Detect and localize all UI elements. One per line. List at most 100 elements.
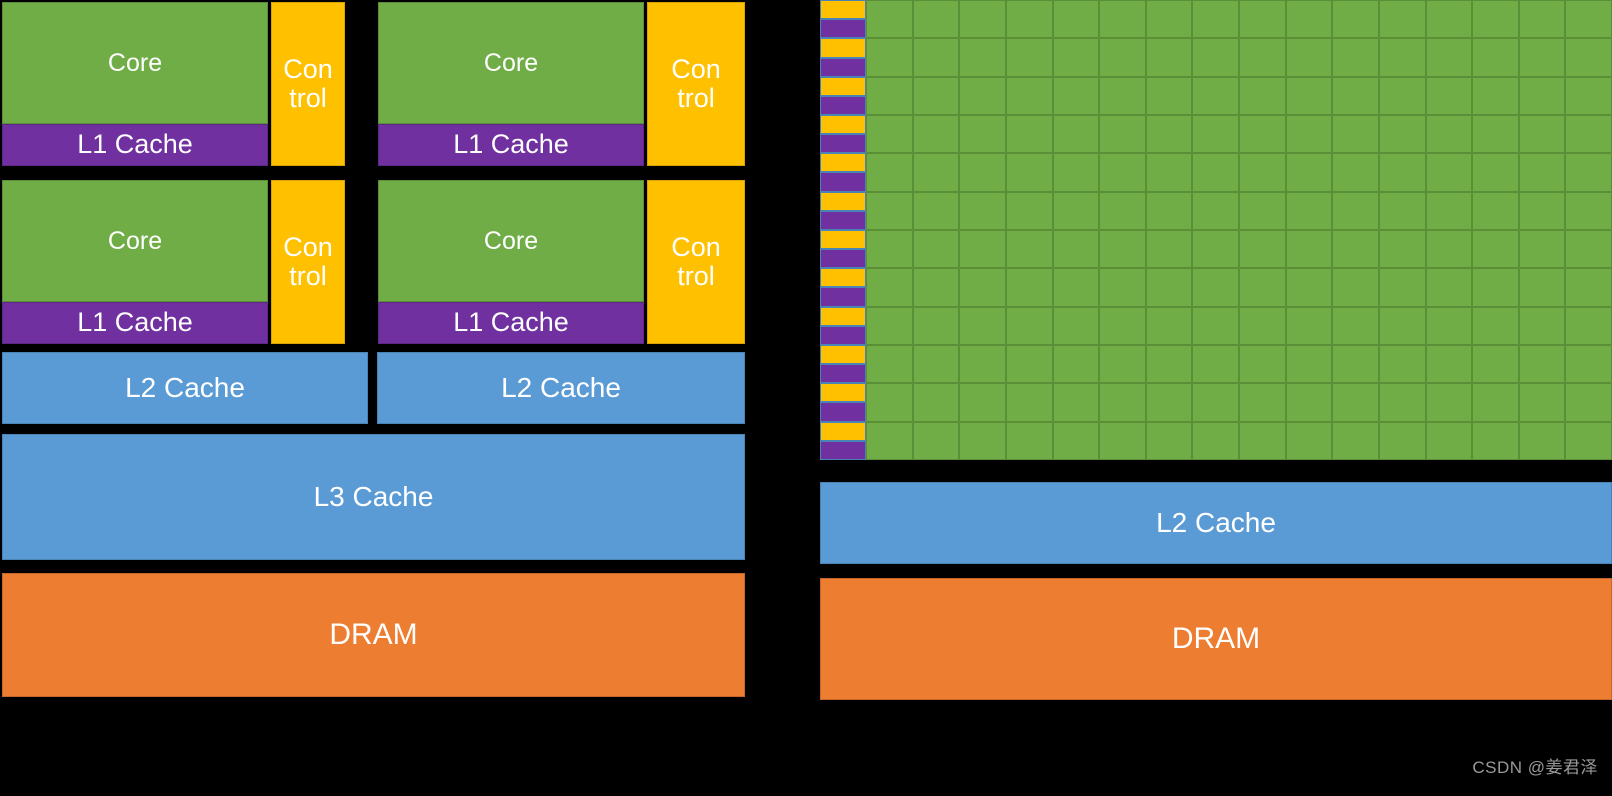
gpu-core-cell (1285, 191, 1333, 230)
gpu-core-cell (1518, 421, 1566, 460)
gpu-core-cell (1518, 38, 1566, 77)
gpu-core-cell (1239, 38, 1286, 77)
gpu-grid-row (820, 114, 1612, 154)
gpu-core-cell (866, 153, 913, 192)
gpu-core-cell (1378, 76, 1426, 115)
gpu-core-cell (1425, 114, 1473, 154)
gpu-core-cell (1425, 268, 1473, 307)
gpu-core-cell (1052, 421, 1100, 460)
gpu-core-cell (1052, 306, 1100, 345)
gpu-core-cell (1565, 0, 1612, 39)
gpu-core-cell (1099, 268, 1146, 307)
cpu-l1-cache-2: L1 Cache (2, 302, 268, 344)
gpu-core-cell (1099, 153, 1146, 192)
gpu-core-cell (1472, 344, 1519, 384)
gpu-core-cell (1239, 344, 1286, 384)
gpu-core-cell (912, 229, 960, 269)
gpu-core-cell (1145, 229, 1193, 269)
gpu-core-cell (1378, 38, 1426, 77)
gpu-core-cell (1192, 344, 1239, 384)
gpu-core-cell (866, 38, 913, 77)
cpu-control-0: Con trol (271, 2, 345, 166)
gpu-control-strip (820, 268, 866, 288)
gpu-core-cells (866, 114, 1612, 154)
gpu-core-cell (1052, 191, 1100, 230)
cpu-core-0: Core (2, 2, 268, 124)
gpu-core-cell (1472, 38, 1519, 77)
gpu-core-cell (1239, 114, 1286, 154)
gpu-core-cell (1239, 229, 1286, 269)
gpu-core-cell (1425, 153, 1473, 192)
gpu-core-cell (1285, 76, 1333, 115)
gpu-row-strips (820, 421, 866, 460)
gpu-l1-cache-strip (820, 364, 866, 384)
gpu-core-cell (1565, 383, 1612, 422)
gpu-core-cell (1099, 421, 1146, 460)
gpu-core-cell (1565, 76, 1612, 115)
gpu-l1-cache-strip (820, 172, 866, 192)
gpu-core-cell (1332, 229, 1379, 269)
gpu-row-strips (820, 76, 866, 115)
gpu-core-cell (1052, 344, 1100, 384)
cpu-l1-cache-3: L1 Cache (378, 302, 644, 344)
gpu-row-strips (820, 153, 866, 192)
gpu-core-cell (1052, 76, 1100, 115)
gpu-row-strips (820, 0, 866, 39)
gpu-row-strips (820, 383, 866, 422)
gpu-l1-cache-strip (820, 325, 866, 345)
cpu-core-2: Core (2, 180, 268, 302)
gpu-core-cell (1052, 153, 1100, 192)
gpu-core-cell (1285, 383, 1333, 422)
gpu-core-cell (1005, 76, 1053, 115)
gpu-l1-cache-strip (820, 57, 866, 77)
gpu-core-cell (1425, 0, 1473, 39)
gpu-core-cell (1332, 153, 1379, 192)
cpu-l2-cache-right: L2 Cache (377, 352, 745, 424)
gpu-core-cell (1145, 114, 1193, 154)
gpu-core-cell (1192, 306, 1239, 345)
gpu-core-cell (1565, 421, 1612, 460)
cpu-l3-cache: L3 Cache (2, 434, 745, 560)
gpu-grid-row (820, 229, 1612, 269)
gpu-core-cell (1145, 306, 1193, 345)
gpu-core-cell (1332, 38, 1379, 77)
gpu-core-cell (1145, 268, 1193, 307)
gpu-core-cell (1378, 383, 1426, 422)
gpu-core-cell (959, 76, 1006, 115)
gpu-core-cell (1099, 0, 1146, 39)
gpu-control-strip (820, 153, 866, 173)
gpu-core-cell (866, 114, 913, 154)
gpu-core-cell (1005, 306, 1053, 345)
gpu-core-cells (866, 383, 1612, 422)
gpu-core-cell (959, 0, 1006, 39)
gpu-control-strip (820, 0, 866, 20)
gpu-core-cell (1052, 383, 1100, 422)
gpu-core-cell (912, 0, 960, 39)
gpu-core-cell (866, 344, 913, 384)
gpu-core-cell (1239, 421, 1286, 460)
gpu-core-cell (1378, 114, 1426, 154)
gpu-core-cell (1518, 268, 1566, 307)
gpu-core-cell (912, 306, 960, 345)
gpu-core-cell (1332, 0, 1379, 39)
cpu-control-1: Con trol (647, 2, 745, 166)
gpu-core-cell (959, 268, 1006, 307)
gpu-row-strips (820, 229, 866, 269)
gpu-core-cell (1192, 383, 1239, 422)
gpu-core-cell (1565, 38, 1612, 77)
gpu-core-cell (1145, 344, 1193, 384)
gpu-core-cell (1239, 153, 1286, 192)
gpu-core-cell (1005, 421, 1053, 460)
gpu-core-cell (912, 383, 960, 422)
gpu-control-strip (820, 191, 866, 211)
gpu-core-cell (1192, 153, 1239, 192)
gpu-core-cell (959, 344, 1006, 384)
gpu-core-cells (866, 153, 1612, 192)
gpu-core-cell (1005, 229, 1053, 269)
gpu-core-cell (1285, 229, 1333, 269)
cpu-l1-cache-0: L1 Cache (2, 124, 268, 166)
gpu-core-cell (866, 421, 913, 460)
gpu-core-cell (959, 421, 1006, 460)
gpu-core-cell (959, 306, 1006, 345)
gpu-core-cell (1565, 114, 1612, 154)
